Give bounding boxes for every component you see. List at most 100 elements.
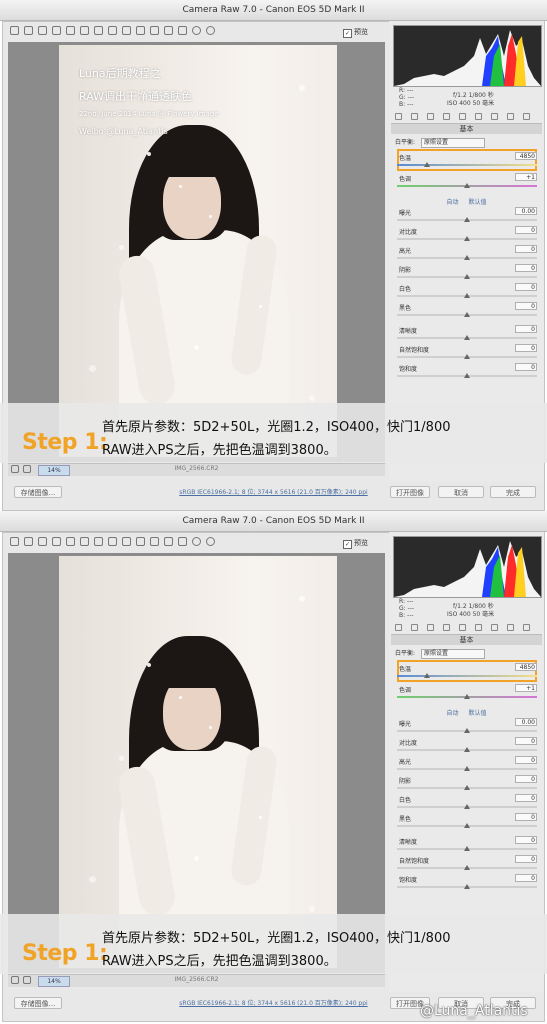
slider-value[interactable]: 0 [515,363,537,371]
zoom-tool-icon[interactable] [10,537,19,546]
color-sampler-icon[interactable] [52,26,61,35]
tab-lens-icon[interactable] [475,624,482,631]
red-eye-icon[interactable] [122,26,131,35]
slider-row[interactable]: 阴影 0 [397,264,537,284]
slider-knob[interactable] [464,293,470,298]
tint-value[interactable]: +1 [515,684,537,692]
tab-effects-icon[interactable] [491,113,498,120]
slider-knob[interactable] [464,236,470,241]
tab-hsl-icon[interactable] [443,624,450,631]
preview-checkbox[interactable]: ✓ 预览 [343,27,368,38]
tint-value[interactable]: +1 [515,173,537,181]
targeted-adjust-icon[interactable] [66,537,75,546]
auto-link[interactable]: 自动 [447,710,459,717]
temperature-knob[interactable] [423,673,430,678]
tab-split-toning-icon[interactable] [459,624,466,631]
graduated-filter-icon[interactable] [150,537,159,546]
open-image-button[interactable]: 打开图像 [390,486,430,498]
adjustment-brush-icon[interactable] [136,26,145,35]
slider-row[interactable]: 对比度 0 [397,737,537,757]
crop-tool-icon[interactable] [80,26,89,35]
rotate-right-icon[interactable] [206,26,215,35]
slider-row[interactable]: 对比度 0 [397,226,537,246]
slider-value[interactable]: 0 [515,756,537,764]
tab-effects-icon[interactable] [491,624,498,631]
tab-tone-curve-icon[interactable] [411,624,418,631]
slider-value[interactable]: 0 [515,344,537,352]
straighten-tool-icon[interactable] [94,537,103,546]
tab-camera-calibration-icon[interactable] [507,113,514,120]
slider-value[interactable]: 0 [515,794,537,802]
image-canvas[interactable]: Luna后期教程之 RAW调出干净通透肤色 22nd, June 2014 Luna… [8,42,385,462]
radial-filter-icon[interactable] [164,26,173,35]
tab-tone-curve-icon[interactable] [411,113,418,120]
slider-row[interactable]: 清晰度 0 [397,325,537,345]
slider-knob[interactable] [464,255,470,260]
white-balance-tool-icon[interactable] [38,26,47,35]
slider-row[interactable]: 白色 0 [397,283,537,303]
preferences-icon[interactable] [178,26,187,35]
hand-tool-icon[interactable] [24,26,33,35]
slider-value[interactable]: 0 [515,813,537,821]
preferences-icon[interactable] [178,537,187,546]
radial-filter-icon[interactable] [164,537,173,546]
tab-detail-icon[interactable] [427,624,434,631]
default-link[interactable]: 默认值 [468,199,486,206]
cancel-button[interactable]: 取消 [438,486,484,498]
crop-tool-icon[interactable] [80,537,89,546]
slider-knob[interactable] [464,728,470,733]
graduated-filter-icon[interactable] [150,26,159,35]
slider-row[interactable]: 自然饱和度 0 [397,855,537,875]
tab-basic-icon[interactable] [395,113,402,120]
tab-split-toning-icon[interactable] [459,113,466,120]
temperature-value[interactable]: 4850 [515,152,537,160]
straighten-tool-icon[interactable] [94,26,103,35]
rotate-right-icon[interactable] [206,537,215,546]
image-canvas[interactable] [8,553,385,973]
slider-knob[interactable] [464,785,470,790]
preview-checkbox[interactable]: ✓ 预览 [343,538,368,549]
slider-knob[interactable] [464,804,470,809]
slider-row[interactable]: 阴影 0 [397,775,537,795]
tint-knob[interactable] [464,183,470,188]
slider-row[interactable]: 饱和度 0 [397,874,537,894]
tint-slider[interactable]: 色调 +1 [397,173,537,193]
white-balance-select[interactable]: 原照设置 [420,137,485,148]
slider-knob[interactable] [464,373,470,378]
slider-knob[interactable] [464,823,470,828]
spot-removal-icon[interactable] [108,537,117,546]
slider-knob[interactable] [464,217,470,222]
slider-knob[interactable] [464,865,470,870]
slider-row[interactable]: 黑色 0 [397,813,537,833]
done-button[interactable]: 完成 [490,486,536,498]
adjustment-brush-icon[interactable] [136,537,145,546]
temperature-slider[interactable]: 色温 4850 [397,663,537,683]
slider-knob[interactable] [464,846,470,851]
slider-value[interactable]: 0.00 [515,718,537,726]
tab-presets-icon[interactable] [523,113,530,120]
slider-knob[interactable] [464,335,470,340]
slider-row[interactable]: 高光 0 [397,245,537,265]
rotate-left-icon[interactable] [192,26,201,35]
tab-basic-icon[interactable] [395,624,402,631]
temperature-knob[interactable] [423,162,430,167]
slider-row[interactable]: 高光 0 [397,756,537,776]
slider-row[interactable]: 黑色 0 [397,302,537,322]
slider-value[interactable]: 0 [515,855,537,863]
tab-detail-icon[interactable] [427,113,434,120]
slider-knob[interactable] [464,312,470,317]
slider-row[interactable]: 曝光 0.00 [397,207,537,227]
slider-knob[interactable] [464,354,470,359]
spot-removal-icon[interactable] [108,26,117,35]
slider-value[interactable]: 0 [515,245,537,253]
temperature-slider[interactable]: 色温 4850 [397,152,537,172]
white-balance-tool-icon[interactable] [38,537,47,546]
targeted-adjust-icon[interactable] [66,26,75,35]
slider-value[interactable]: 0 [515,226,537,234]
hand-tool-icon[interactable] [24,537,33,546]
slider-row[interactable]: 曝光 0.00 [397,718,537,738]
slider-knob[interactable] [464,884,470,889]
tab-lens-icon[interactable] [475,113,482,120]
tab-camera-calibration-icon[interactable] [507,624,514,631]
slider-value[interactable]: 0 [515,836,537,844]
